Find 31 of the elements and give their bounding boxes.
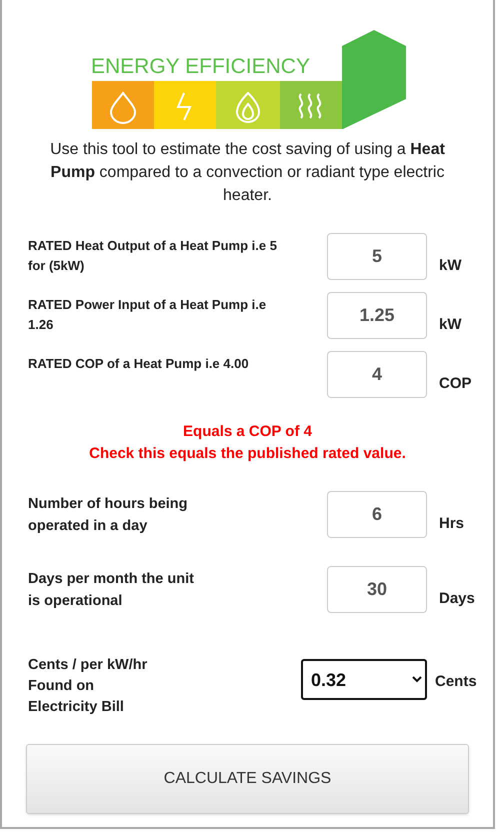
- logo-tile: [92, 81, 154, 129]
- unit-label: Cents: [435, 672, 477, 692]
- intro-text: Use this tool to estimate the cost saving of using a Heat Pump compared to a convection or radiant type electric heater.: [49, 140, 446, 206]
- warning-text: Check this equals the published rated value.: [89, 444, 406, 464]
- input-field[interactable]: 5: [327, 233, 427, 280]
- input-field[interactable]: 6: [327, 491, 427, 538]
- field-label: RATED Power Input of a Heat Pump i.e 1.26: [28, 296, 268, 334]
- flame-icon: [236, 92, 260, 123]
- input-field[interactable]: 4: [327, 351, 427, 398]
- field-label: RATED Heat Output of a Heat Pump i.e 5 for (5kW): [28, 237, 278, 275]
- heat-waves-icon: [298, 93, 322, 119]
- calculate-button[interactable]: CALCULATE SAVINGS: [26, 744, 469, 814]
- warning-text: Equals a COP of 4: [183, 422, 312, 442]
- field-label: Number of hours being operated in a day: [28, 495, 188, 536]
- logo-tile: [216, 81, 280, 129]
- unit-label: kW: [439, 315, 462, 335]
- input-field[interactable]: 1.25: [327, 292, 427, 339]
- dropdown[interactable]: 0.32: [301, 659, 427, 700]
- logo-tile: [154, 81, 216, 129]
- drop-icon: [110, 92, 136, 124]
- unit-label: kW: [439, 256, 462, 276]
- unit-label: COP: [439, 374, 472, 394]
- field-label: Cents / per kW/hr Found on Electricity Bill: [28, 656, 148, 717]
- unit-label: Days: [439, 589, 475, 609]
- field-label: RATED COP of a Heat Pump i.e 4.00: [28, 355, 250, 373]
- logo-text: ENERGY EFFICIENCY: [91, 55, 310, 78]
- lightning-icon: [176, 92, 192, 120]
- input-field[interactable]: 30: [327, 566, 427, 613]
- logo-tile: [280, 81, 342, 129]
- field-label: Days per month the unit is operational: [28, 570, 195, 611]
- unit-label: Hrs: [439, 514, 464, 534]
